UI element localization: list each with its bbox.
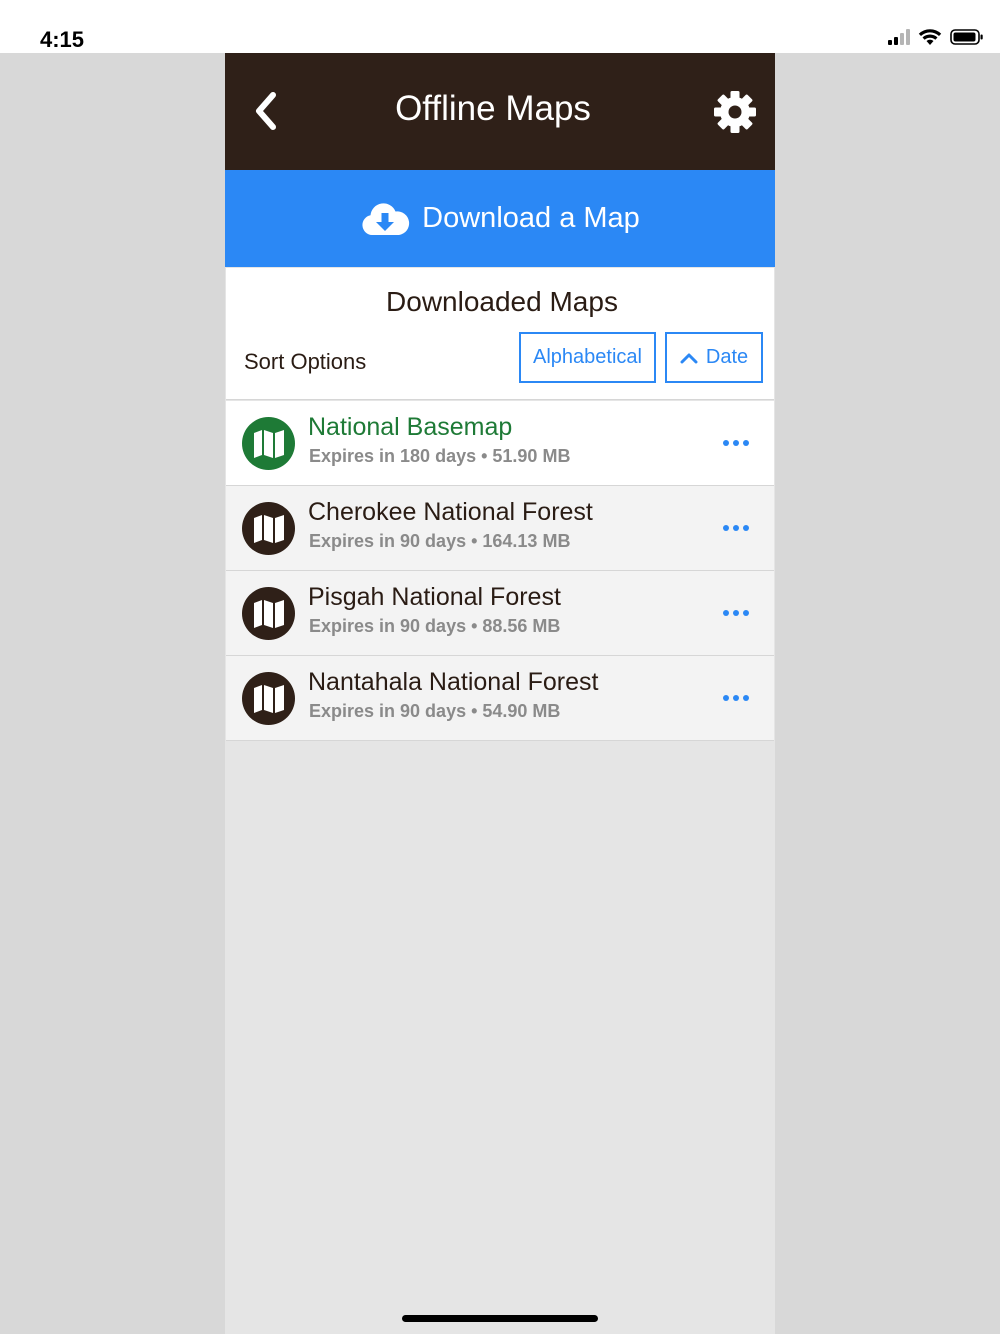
ellipsis-dot	[733, 695, 739, 701]
more-options-button[interactable]	[714, 431, 758, 455]
status-bar: 4:15	[0, 0, 1000, 53]
downloaded-maps-list: National Basemap Expires in 180 days • 5…	[226, 401, 774, 741]
list-item[interactable]: Pisgah National Forest Expires in 90 day…	[226, 571, 774, 656]
list-item[interactable]: Nantahala National Forest Expires in 90 …	[226, 656, 774, 741]
sort-date-button[interactable]: Date	[665, 332, 763, 383]
status-time: 4:15	[40, 27, 85, 52]
list-item[interactable]: National Basemap Expires in 180 days • 5…	[226, 401, 774, 486]
settings-button[interactable]	[713, 90, 757, 134]
map-meta: Expires in 180 days • 51.90 MB	[309, 446, 571, 466]
battery-icon	[950, 29, 983, 45]
page-title: Offline Maps	[395, 89, 591, 128]
gear-icon	[714, 91, 756, 133]
sort-alphabetical-button[interactable]: Alphabetical	[519, 332, 656, 383]
sort-alphabetical-label: Alphabetical	[533, 346, 642, 368]
sort-date-label: Date	[705, 346, 749, 368]
nav-bar: Offline Maps	[225, 53, 775, 170]
ellipsis-dot	[743, 440, 749, 446]
ellipsis-dot	[743, 525, 749, 531]
more-options-button[interactable]	[714, 601, 758, 625]
ellipsis-dot	[743, 695, 749, 701]
cloud-download-icon	[362, 202, 410, 235]
ellipsis-dot	[743, 610, 749, 616]
section-heading: Downloaded Maps	[386, 286, 618, 317]
chevron-up-icon	[680, 353, 698, 363]
map-name: Nantahala National Forest	[308, 668, 599, 696]
sort-options-label: Sort Options	[244, 349, 367, 374]
map-meta: Expires in 90 days • 88.56 MB	[309, 616, 561, 636]
downloaded-maps-header: Downloaded Maps Sort Options Alphabetica…	[226, 268, 774, 400]
ellipsis-dot	[723, 440, 729, 446]
app-container: Offline Maps Download a Map Downloaded M…	[225, 53, 775, 1334]
wifi-icon	[918, 29, 942, 45]
map-name: Pisgah National Forest	[308, 583, 561, 611]
status-icons	[888, 28, 984, 46]
home-indicator[interactable]	[402, 1315, 598, 1322]
more-options-button[interactable]	[714, 516, 758, 540]
ellipsis-dot	[733, 440, 739, 446]
folded-map-icon	[242, 587, 295, 640]
folded-map-icon	[242, 672, 295, 725]
more-options-button[interactable]	[714, 686, 758, 710]
cellular-signal-icon	[888, 29, 910, 45]
ellipsis-dot	[733, 525, 739, 531]
ellipsis-dot	[733, 610, 739, 616]
folded-map-icon	[242, 502, 295, 555]
ellipsis-dot	[723, 695, 729, 701]
download-map-label: Download a Map	[422, 202, 640, 234]
map-meta: Expires in 90 days • 54.90 MB	[309, 701, 561, 721]
map-name: Cherokee National Forest	[308, 498, 593, 526]
folded-map-icon	[242, 417, 295, 470]
list-item[interactable]: Cherokee National Forest Expires in 90 d…	[226, 486, 774, 571]
map-meta: Expires in 90 days • 164.13 MB	[309, 531, 571, 551]
download-map-button[interactable]: Download a Map	[225, 170, 775, 267]
map-name: National Basemap	[308, 413, 513, 441]
ellipsis-dot	[723, 610, 729, 616]
ellipsis-dot	[723, 525, 729, 531]
